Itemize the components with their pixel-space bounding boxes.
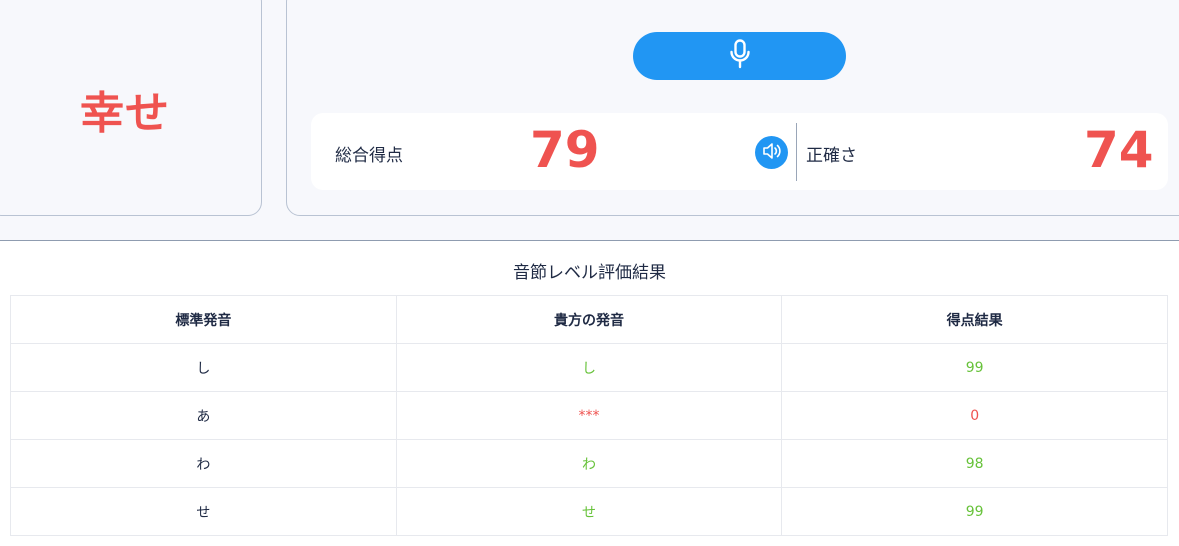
- table-row: わ わ 98: [10, 439, 1168, 488]
- syllable-score: 99: [781, 343, 1168, 392]
- speaker-icon: [762, 142, 782, 164]
- standard-syllable: あ: [10, 391, 397, 440]
- microphone-icon: [729, 39, 751, 73]
- table-row: せ せ 99: [10, 487, 1168, 536]
- standard-syllable: せ: [10, 487, 397, 536]
- results-section: 音節レベル評価結果 標準発音 貴方の発音 得点結果 し し 99 あ *** 0…: [0, 240, 1179, 546]
- accuracy-value: 74: [1084, 121, 1154, 179]
- results-table: 標準発音 貴方の発音 得点結果 し し 99 あ *** 0 わ わ 98 せ …: [10, 295, 1168, 536]
- table-row: し し 99: [10, 343, 1168, 392]
- your-syllable: せ: [395, 487, 783, 536]
- syllable-score: 99: [781, 487, 1168, 536]
- accuracy-label: 正確さ: [806, 146, 857, 166]
- standard-syllable: し: [10, 343, 397, 392]
- your-syllable: し: [395, 343, 783, 392]
- column-header-score: 得点結果: [781, 295, 1168, 344]
- syllable-score: 98: [781, 439, 1168, 488]
- your-syllable: わ: [395, 439, 783, 488]
- record-button[interactable]: [633, 32, 846, 80]
- score-divider: [796, 123, 797, 181]
- column-header-standard: 標準発音: [10, 295, 397, 344]
- score-panel: 総合得点 79 正確さ 74: [311, 113, 1168, 190]
- syllable-score: 0: [781, 391, 1168, 440]
- play-audio-button[interactable]: [755, 136, 788, 169]
- table-header-row: 標準発音 貴方の発音 得点結果: [10, 295, 1168, 344]
- column-header-yours: 貴方の発音: [395, 295, 783, 344]
- table-row: あ *** 0: [10, 391, 1168, 440]
- target-word: 幸せ: [80, 88, 170, 139]
- results-title: 音節レベル評価結果: [513, 263, 666, 283]
- your-syllable: ***: [395, 391, 783, 440]
- overall-score-value: 79: [530, 121, 600, 179]
- overall-score-label: 総合得点: [335, 146, 403, 166]
- standard-syllable: わ: [10, 439, 397, 488]
